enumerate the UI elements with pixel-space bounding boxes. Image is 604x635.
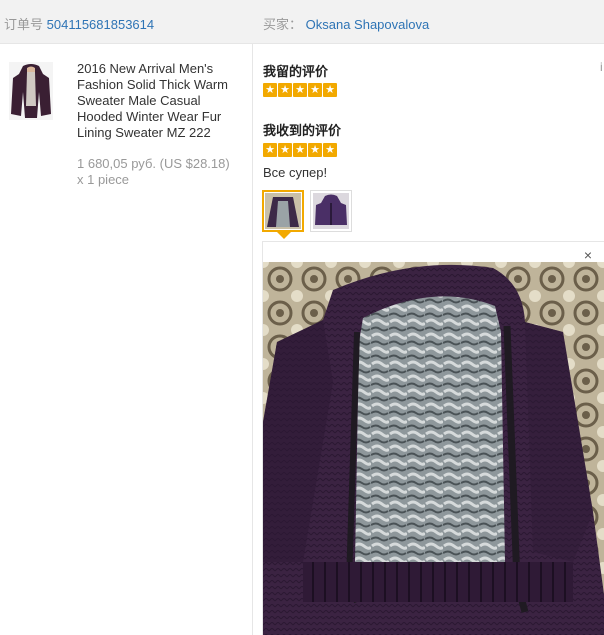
star-icon: ★ xyxy=(263,143,277,157)
column-divider xyxy=(252,44,253,635)
star-icon: ★ xyxy=(278,143,292,157)
feedback-comment: Все супер! xyxy=(263,165,328,180)
active-thumb-caret xyxy=(277,232,291,239)
my-feedback-stars: ★ ★ ★ ★ ★ xyxy=(263,83,337,99)
buyer-label: 买家： xyxy=(263,17,303,32)
received-feedback-stars: ★ ★ ★ ★ ★ xyxy=(263,143,337,159)
buyer-name-link[interactable]: Oksana Shapovalova xyxy=(306,17,430,32)
product-title-link[interactable]: 2016 New Arrival Men's Fashion Solid Thi… xyxy=(77,61,247,141)
order-info: 订单号 504115681853614 xyxy=(4,14,154,33)
product-price: 1 680,05 руб. (US $28.18) x 1 piece xyxy=(77,156,247,188)
quantity-text: x 1 piece xyxy=(77,172,130,187)
price-text: 1 680,05 руб. (US $28.18) xyxy=(77,156,230,171)
received-feedback-title: 我收到的评价 xyxy=(263,123,342,138)
star-icon: ★ xyxy=(323,143,337,157)
my-feedback-title: 我留的评价 xyxy=(263,64,329,79)
star-icon: ★ xyxy=(323,83,337,97)
buyer-info: 买家： Oksana Shapovalova xyxy=(263,14,429,33)
overflow-indicator: i xyxy=(600,60,603,74)
star-icon: ★ xyxy=(293,83,307,97)
feedback-photo-large xyxy=(263,262,604,635)
star-icon: ★ xyxy=(293,143,307,157)
order-header: 订单号 504115681853614 买家： Oksana Shapovalo… xyxy=(0,0,604,44)
order-number-label: 订单号 xyxy=(4,17,44,32)
star-icon: ★ xyxy=(308,143,322,157)
star-icon: ★ xyxy=(308,83,322,97)
close-icon[interactable]: × xyxy=(584,248,592,262)
product-thumbnail[interactable] xyxy=(9,62,53,120)
star-icon: ★ xyxy=(263,83,277,97)
photo-viewer: × xyxy=(262,241,604,635)
star-icon: ★ xyxy=(278,83,292,97)
feedback-photo-thumb-1[interactable] xyxy=(262,190,304,232)
order-number-link[interactable]: 504115681853614 xyxy=(47,17,155,32)
feedback-photo-list xyxy=(262,190,352,232)
feedback-photo-thumb-2[interactable] xyxy=(310,190,352,232)
